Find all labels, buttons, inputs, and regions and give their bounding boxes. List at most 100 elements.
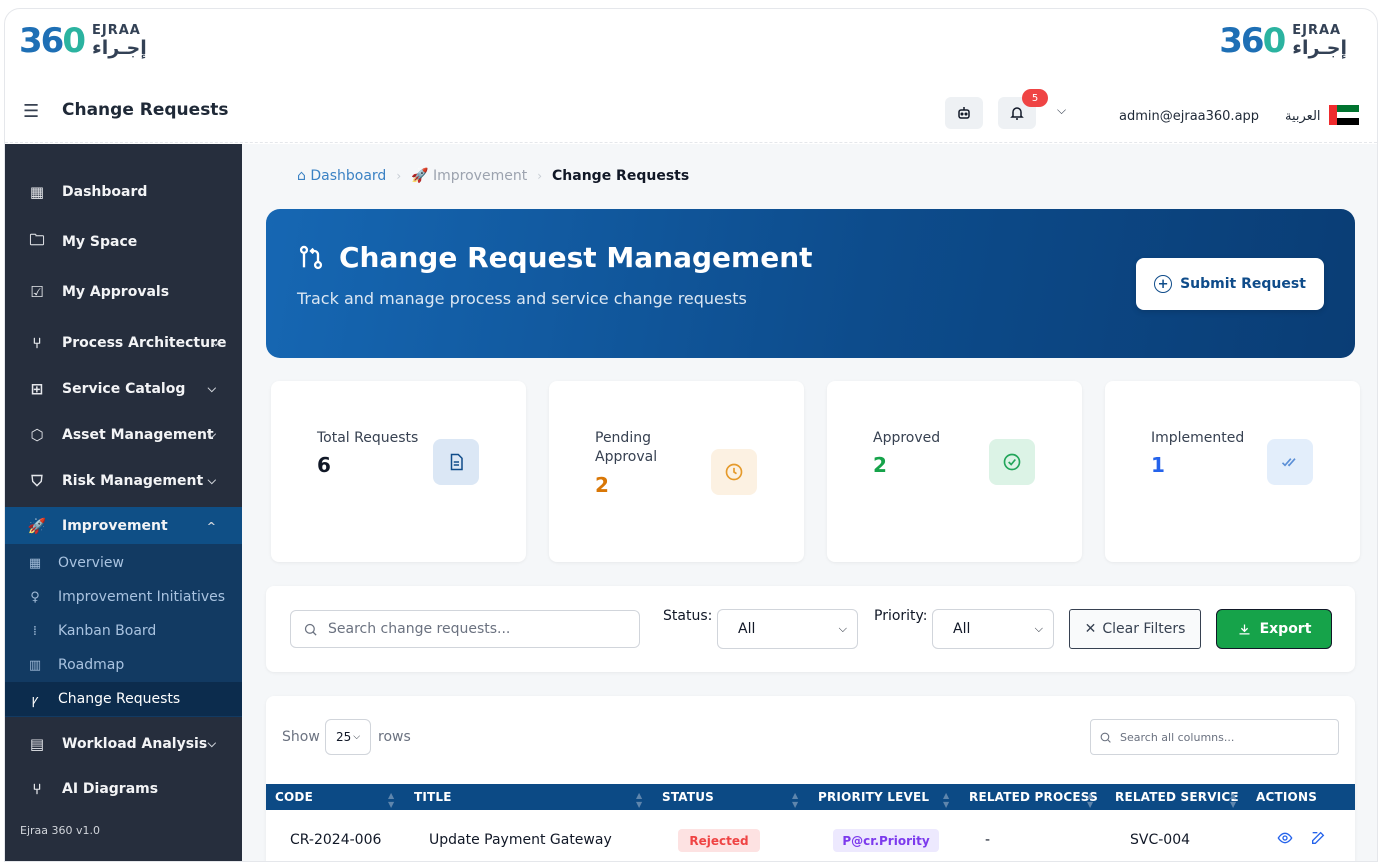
stat-card-implemented: Implemented 1 xyxy=(1105,381,1360,562)
status-badge: Rejected xyxy=(678,829,760,852)
submit-request-button[interactable]: + Submit Request xyxy=(1136,258,1324,310)
rocket-icon: 🚀 xyxy=(27,517,47,535)
edit-icon[interactable] xyxy=(1310,830,1326,850)
download-icon xyxy=(1239,624,1250,634)
column-header-title[interactable]: TITLE xyxy=(414,784,452,810)
chevron-down-icon[interactable]: ⌵ xyxy=(1057,103,1066,118)
sort-icon[interactable]: ▲ ▼ xyxy=(636,791,642,809)
sidebar-item-my-approvals[interactable]: ☑ My Approvals xyxy=(5,272,242,312)
uae-flag-icon[interactable] xyxy=(1329,105,1359,126)
column-search-input[interactable]: Search all columns... xyxy=(1090,719,1339,755)
cell-related-process: - xyxy=(985,832,991,848)
sidebar: ▦ Dashboard 🗀 My Space ☑ My Approvals ⑂ Proc… xyxy=(5,144,242,861)
stat-value: 6 xyxy=(317,453,331,477)
sort-icon[interactable]: ▲ ▼ xyxy=(388,791,394,809)
user-email[interactable]: admin@ejraa360.app xyxy=(1119,109,1259,124)
sidebar-item-process-architecture[interactable]: ⑂ Process Architecture ⌵ xyxy=(5,323,242,363)
hero-subtitle: Track and manage process and service cha… xyxy=(297,289,747,308)
stat-label: Approved xyxy=(873,430,941,446)
branch-icon: ⑂ xyxy=(32,334,42,352)
sort-icon[interactable]: ▲ ▼ xyxy=(792,791,798,809)
chevron-right-icon: › xyxy=(537,169,543,183)
search-icon xyxy=(1100,732,1111,743)
search-icon xyxy=(304,623,317,636)
submenu-item-kanban-board[interactable]: ⁞ Kanban Board xyxy=(5,614,242,648)
column-header-related-process[interactable]: RELATED PROCESS xyxy=(969,784,1098,810)
cell-title: Update Payment Gateway xyxy=(429,832,612,848)
sidebar-item-risk-management[interactable]: ⛉ Risk Management ⌵ xyxy=(5,461,242,501)
submenu-item-overview[interactable]: ▦ Overview xyxy=(5,546,242,580)
hero-banner: Change Request Management Track and mana… xyxy=(266,209,1355,358)
double-check-icon xyxy=(1267,439,1313,485)
chevron-up-icon: ^ xyxy=(206,519,216,533)
stat-label: Pending Approval xyxy=(595,430,658,465)
rows-per-page-select[interactable]: 25 ⌵ xyxy=(325,719,371,755)
sidebar-item-service-catalog[interactable]: ⊞ Service Catalog ⌵ xyxy=(5,369,242,409)
chevron-right-icon: › xyxy=(396,169,402,183)
chevron-down-icon: ⌵ xyxy=(207,474,216,487)
top-header: ☰ Change Requests 5 ⌵ admin@ejraa360.app… xyxy=(5,83,1377,143)
sort-icon[interactable]: ▲ ▼ xyxy=(1230,791,1236,809)
sidebar-item-my-space[interactable]: 🗀 My Space xyxy=(5,222,242,262)
column-header-priority[interactable]: PRIORITY LEVEL xyxy=(818,784,929,810)
grid-icon: ▦ xyxy=(29,183,45,201)
column-header-code[interactable]: CODE xyxy=(275,784,313,810)
page-title: Change Requests xyxy=(62,100,229,120)
export-button[interactable]: Export xyxy=(1216,609,1332,649)
calculator-icon: ▤ xyxy=(29,735,45,753)
search-input[interactable]: Search change requests... xyxy=(290,610,640,648)
submenu-item-roadmap[interactable]: ▥ Roadmap xyxy=(5,648,242,682)
status-select[interactable]: All ⌵ xyxy=(717,609,858,649)
brand-logo-right: 360 EJRAA إجـراء xyxy=(1219,21,1347,61)
breadcrumb-home[interactable]: ⌂ Dashboard xyxy=(297,168,386,184)
cell-related-service: SVC-004 xyxy=(1130,832,1191,848)
stat-card-pending: Pending Approval 2 xyxy=(549,381,804,562)
column-header-actions: ACTIONS xyxy=(1256,790,1318,804)
folder-icon: 🗀 xyxy=(29,230,45,249)
column-header-related-service[interactable]: RELATED SERVICE xyxy=(1115,784,1239,810)
sidebar-item-workload-analysis[interactable]: ▤ Workload Analysis ⌵ xyxy=(5,724,242,764)
kanban-icon: ⁞ xyxy=(32,623,38,639)
lightbulb-icon: ♀ xyxy=(30,589,40,605)
sort-icon[interactable]: ▲ ▼ xyxy=(943,791,949,809)
hero-title: Change Request Management xyxy=(297,241,813,274)
sort-icon[interactable]: ▲ ▼ xyxy=(1087,791,1093,809)
stat-value: 1 xyxy=(1151,453,1165,477)
table-row[interactable]: CR-2024-006 Update Payment Gateway Rejec… xyxy=(266,810,1355,861)
main-content: ⌂ Dashboard › 🚀 Improvement › Change Req… xyxy=(242,144,1377,861)
cell-code: CR-2024-006 xyxy=(290,832,382,848)
language-switch[interactable]: العربية xyxy=(1285,109,1321,124)
ai-assistant-button[interactable] xyxy=(945,97,983,129)
sidebar-item-dashboard[interactable]: ▦ Dashboard xyxy=(5,172,242,212)
close-icon: ✕ xyxy=(1084,621,1097,637)
sidebar-item-ai-diagrams[interactable]: ⑂ AI Diagrams xyxy=(5,769,242,809)
breadcrumb-section[interactable]: 🚀 Improvement xyxy=(411,168,527,184)
stat-card-approved: Approved 2 xyxy=(827,381,1082,562)
chevron-down-icon: ⌵ xyxy=(1034,622,1043,635)
shield-icon: ⛉ xyxy=(31,472,43,490)
submenu-item-change-requests[interactable]: ꝩ Change Requests xyxy=(5,682,242,716)
sidebar-item-improvement[interactable]: 🚀 Improvement ^ xyxy=(5,507,242,545)
stat-label: Total Requests xyxy=(317,430,419,446)
chevron-down-icon: ⌵ xyxy=(207,737,216,750)
brand-logo-left[interactable]: 360 EJRAA إجـراء xyxy=(19,21,147,61)
document-icon xyxy=(433,439,479,485)
check-circle-icon xyxy=(989,439,1035,485)
view-icon[interactable] xyxy=(1277,830,1293,850)
notification-count-badge: 5 xyxy=(1022,89,1048,107)
brand-name-en: EJRAA xyxy=(92,23,141,38)
submenu-item-improvement-initiatives[interactable]: ♀ Improvement Initiatives xyxy=(5,580,242,614)
filter-bar: Search change requests... Status: All ⌵ … xyxy=(266,586,1355,672)
robot-icon xyxy=(958,107,970,119)
sidebar-item-asset-management[interactable]: ⬡ Asset Management ⌵ xyxy=(5,415,242,455)
rows-label: rows xyxy=(378,729,411,745)
menu-toggle-icon[interactable]: ☰ xyxy=(23,101,39,122)
rocket-icon: 🚀 xyxy=(411,168,434,184)
priority-select[interactable]: All ⌵ xyxy=(932,609,1054,649)
clear-filters-button[interactable]: ✕ Clear Filters xyxy=(1069,609,1201,649)
brand-name-ar: إجـراء xyxy=(92,37,147,59)
plus-circle-icon: + xyxy=(1154,275,1173,293)
git-pull-request-icon xyxy=(299,245,323,269)
column-header-status[interactable]: STATUS xyxy=(662,784,714,810)
stat-label: Implemented xyxy=(1151,430,1245,446)
